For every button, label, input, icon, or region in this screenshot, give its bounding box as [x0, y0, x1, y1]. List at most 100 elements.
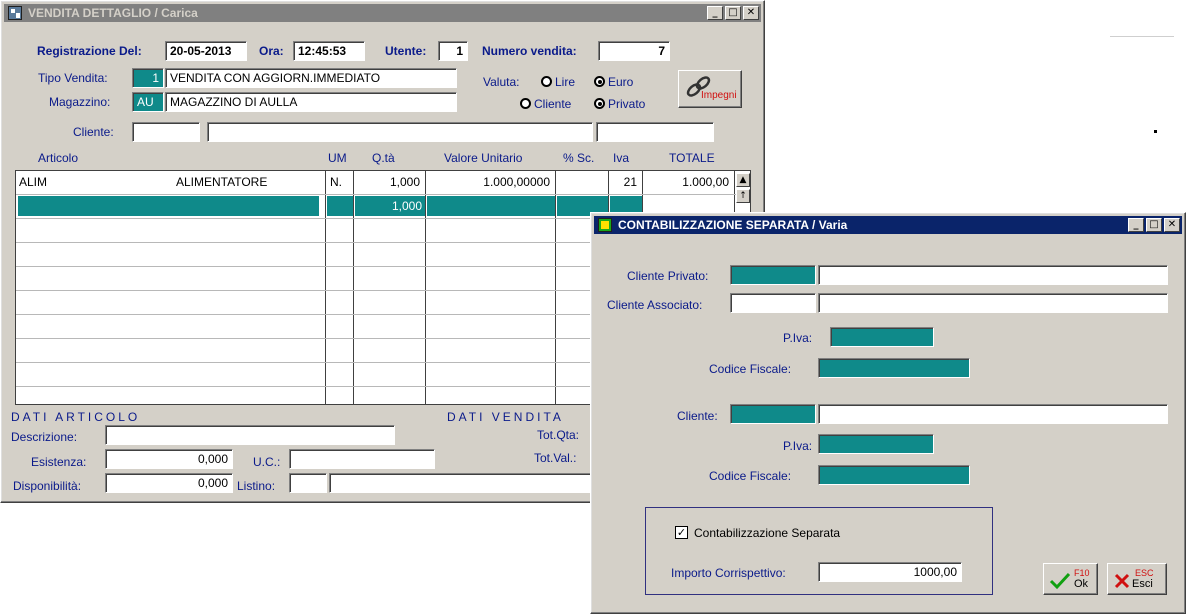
cliente-desc-field[interactable]: [207, 122, 593, 142]
tipo-vendita-code-field[interactable]: 1: [132, 68, 164, 88]
row1-valore: 1.000,00000: [483, 175, 550, 189]
dati-vendita-heading: DATI VENDITA: [447, 410, 564, 424]
magazzino-code-field[interactable]: AU: [132, 92, 164, 112]
cliente-label: Cliente:: [73, 125, 114, 139]
utente-label: Utente:: [385, 44, 427, 58]
esci-key-label: ESC: [1135, 568, 1154, 578]
main-window-title: VENDITA DETTAGLIO / Carica: [28, 6, 198, 20]
close-icon[interactable]: ✕: [743, 6, 759, 20]
dialog-titlebar[interactable]: CONTABILIZZAZIONE SEPARATA / Varia _ □ ✕: [594, 216, 1182, 234]
cliente-associato-desc-field[interactable]: [818, 293, 1168, 313]
dialog-maximize-icon[interactable]: □: [1146, 218, 1162, 232]
uc-field[interactable]: [289, 449, 435, 469]
registrazione-label: Registrazione Del:: [37, 44, 142, 58]
radio-cliente-icon: [520, 98, 531, 109]
radio-cliente[interactable]: Cliente: [520, 97, 571, 111]
dialog-cliente-code-field[interactable]: [730, 404, 816, 424]
piva2-label: P.Iva:: [783, 439, 813, 453]
importo-label: Importo Corrispettivo:: [671, 566, 786, 580]
tipo-vendita-desc-field[interactable]: VENDITA CON AGGIORN.IMMEDIATO: [165, 68, 457, 88]
numero-vendita-field[interactable]: 7: [598, 41, 670, 61]
contabilizzazione-dialog: CONTABILIZZAZIONE SEPARATA / Varia _ □ ✕…: [590, 212, 1186, 614]
registrazione-date-field[interactable]: 20-05-2013: [165, 41, 247, 61]
cliente-privato-desc-field[interactable]: [818, 265, 1168, 285]
contabilizzazione-label: Contabilizzazione Separata: [694, 526, 841, 540]
magazzino-desc-field[interactable]: MAGAZZINO DI AULLA: [165, 92, 457, 112]
dialog-cliente-label: Cliente:: [677, 409, 718, 423]
minimize-icon[interactable]: _: [707, 6, 723, 20]
listino-code-field[interactable]: [289, 473, 327, 493]
uc-label: U.C.:: [253, 455, 281, 469]
row1-codice: ALIM: [19, 175, 48, 189]
scroll-up-icon[interactable]: ↑: [736, 189, 750, 203]
magazzino-label: Magazzino:: [49, 95, 111, 109]
cliente-privato-code-field[interactable]: [730, 265, 816, 285]
codice-fiscale2-label: Codice Fiscale:: [709, 469, 792, 483]
disponibilita-field[interactable]: 0,000: [105, 473, 233, 493]
descrizione-label: Descrizione:: [11, 430, 78, 444]
radio-lire-label: Lire: [555, 75, 576, 89]
cliente-associato-code-field[interactable]: [730, 293, 816, 313]
col-iva: Iva: [613, 151, 630, 165]
importo-field[interactable]: 1000,00: [818, 562, 962, 582]
col-um: UM: [328, 151, 347, 165]
cliente-extra-field[interactable]: [596, 122, 714, 142]
radio-lire-icon: [541, 76, 552, 87]
dialog-close-icon[interactable]: ✕: [1164, 218, 1180, 232]
divider-line: [1110, 36, 1174, 37]
impegni-button[interactable]: Impegni: [678, 70, 742, 108]
ok-button[interactable]: F10 Ok: [1043, 563, 1098, 595]
radio-privato-icon: [594, 98, 605, 109]
codice-fiscale-label: Codice Fiscale:: [709, 362, 792, 376]
col-sc: % Sc.: [563, 151, 595, 165]
col-totale: TOTALE: [669, 151, 715, 165]
dialog-cliente-desc-field[interactable]: [818, 404, 1168, 424]
radio-euro-icon: [594, 76, 605, 87]
numero-vendita-label: Numero vendita:: [482, 44, 577, 58]
utente-field[interactable]: 1: [438, 41, 468, 61]
codice-fiscale2-field[interactable]: [818, 465, 970, 485]
esistenza-field[interactable]: 0,000: [105, 449, 233, 469]
row1-qta: 1,000: [389, 175, 420, 189]
maximize-icon[interactable]: □: [725, 6, 741, 20]
codice-fiscale-field[interactable]: [818, 358, 970, 378]
esci-label: Esci: [1132, 578, 1153, 590]
table-row[interactable]: ALIM ALIMENTATORE N. 1,000 1.000,00000 2…: [16, 172, 734, 194]
tot-val-label: Tot.Val.:: [534, 451, 577, 465]
radio-lire[interactable]: Lire: [541, 75, 575, 89]
row2-qta: 1,000: [391, 199, 422, 213]
row1-iva: 21: [623, 175, 637, 189]
radio-cliente-label: Cliente: [534, 97, 572, 111]
piva-field[interactable]: [830, 327, 934, 347]
cliente-associato-label: Cliente Associato:: [607, 298, 703, 312]
piva-label: P.Iva:: [783, 331, 813, 345]
main-titlebar[interactable]: VENDITA DETTAGLIO / Carica _ □ ✕: [4, 4, 761, 22]
col-valore: Valore Unitario: [444, 151, 523, 165]
contabilizzazione-checkbox[interactable]: ✓: [675, 526, 688, 539]
piva2-field[interactable]: [818, 434, 934, 454]
scroll-top-icon[interactable]: ▲: [736, 173, 750, 187]
tipo-vendita-label: Tipo Vendita:: [38, 71, 108, 85]
row1-totale: 1.000,00: [682, 175, 729, 189]
col-qta: Q.tà: [372, 151, 395, 165]
app-icon: [8, 6, 22, 20]
radio-privato[interactable]: Privato: [594, 97, 645, 111]
descrizione-field[interactable]: [105, 425, 395, 445]
dot-mark: [1154, 130, 1157, 133]
radio-privato-label: Privato: [608, 97, 646, 111]
esci-button[interactable]: ESC Esci: [1107, 563, 1167, 595]
cliente-code-field[interactable]: [132, 122, 200, 142]
listino-label: Listino:: [237, 479, 276, 493]
dialog-title: CONTABILIZZAZIONE SEPARATA / Varia: [618, 218, 848, 232]
col-articolo: Articolo: [38, 151, 79, 165]
disponibilita-label: Disponibilità:: [13, 479, 82, 493]
radio-euro[interactable]: Euro: [594, 75, 633, 89]
ora-field[interactable]: 12:45:53: [293, 41, 365, 61]
dialog-minimize-icon[interactable]: _: [1128, 218, 1144, 232]
ora-label: Ora:: [259, 44, 284, 58]
ok-label: Ok: [1074, 578, 1089, 590]
ok-key-label: F10: [1074, 568, 1090, 578]
check-icon: [1049, 572, 1071, 590]
cliente-privato-label: Cliente Privato:: [627, 269, 709, 283]
listino-desc-field[interactable]: [329, 473, 609, 493]
